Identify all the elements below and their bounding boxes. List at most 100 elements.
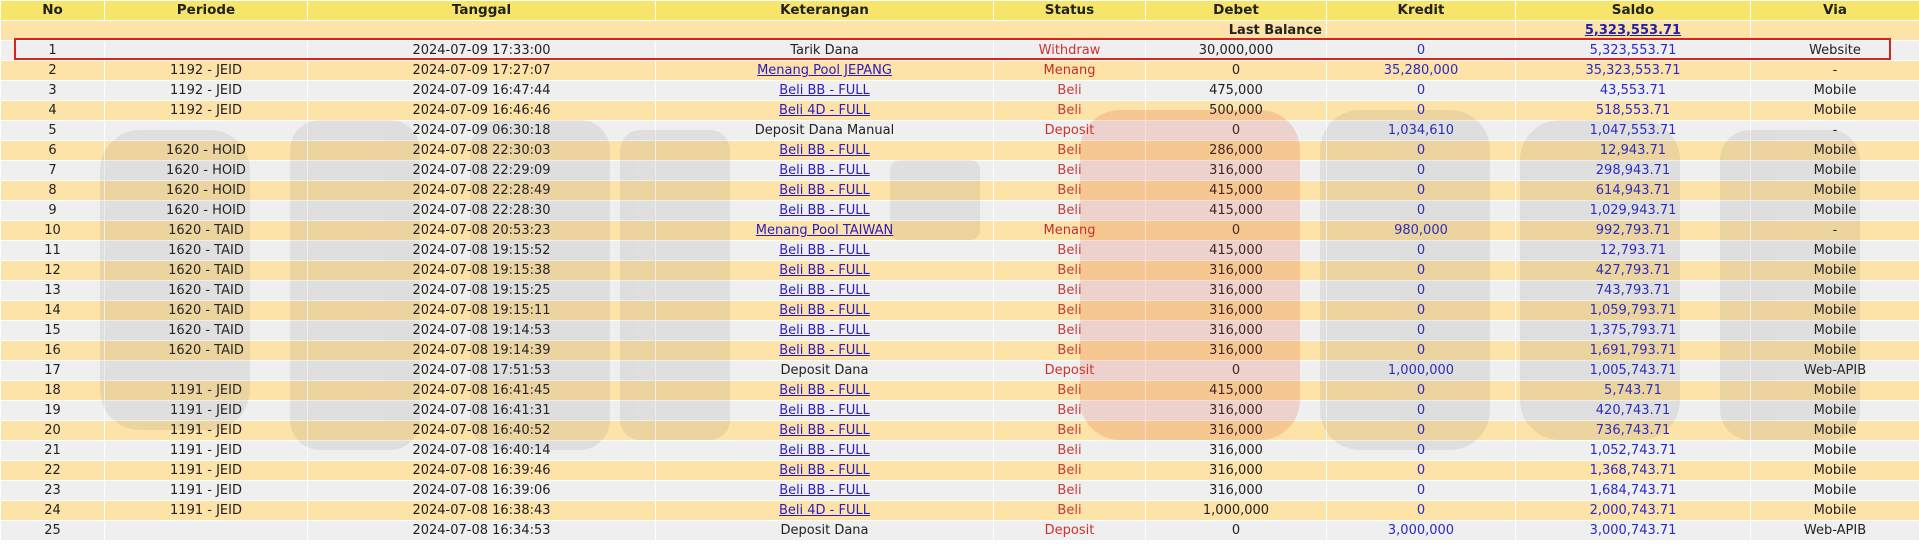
- row-status: Beli: [993, 380, 1146, 401]
- row-no: 8: [0, 180, 105, 201]
- row-keterangan[interactable]: Menang Pool TAIWAN: [655, 220, 994, 241]
- row-debet: 316,000: [1145, 460, 1327, 481]
- row-tanggal: 2024-07-08 22:30:03: [307, 140, 656, 161]
- keterangan-link[interactable]: Beli BB - FULL: [779, 283, 870, 298]
- row-keterangan: Deposit Dana: [655, 520, 994, 541]
- row-saldo: 1,052,743.71: [1515, 440, 1751, 461]
- keterangan-text: Deposit Dana Manual: [754, 123, 895, 138]
- row-periode: 1191 - JEID: [104, 440, 308, 461]
- row-keterangan[interactable]: Beli BB - FULL: [655, 280, 994, 301]
- table-row: 16 1620 - TAID 2024-07-08 19:14:39 Beli BB …: [0, 340, 1919, 361]
- row-debet: 415,000: [1145, 380, 1327, 401]
- keterangan-link[interactable]: Beli BB - FULL: [779, 183, 870, 198]
- row-keterangan[interactable]: Beli BB - FULL: [655, 300, 994, 321]
- table-row: 6 1620 - HOID 2024-07-08 22:30:03 Beli BB -…: [0, 140, 1919, 161]
- row-no: 17: [0, 360, 105, 381]
- row-keterangan[interactable]: Beli BB - FULL: [655, 80, 994, 101]
- keterangan-link[interactable]: Menang Pool TAIWAN: [756, 223, 894, 238]
- row-keterangan[interactable]: Beli BB - FULL: [655, 200, 994, 221]
- keterangan-link[interactable]: Beli BB - FULL: [779, 143, 870, 158]
- row-saldo: 1,368,743.71: [1515, 460, 1751, 481]
- keterangan-link[interactable]: Beli BB - FULL: [779, 303, 870, 318]
- row-no: 2: [0, 60, 105, 81]
- keterangan-link[interactable]: Beli BB - FULL: [779, 323, 870, 338]
- row-tanggal: 2024-07-09 16:47:44: [307, 80, 656, 101]
- table-row: 12 1620 - TAID 2024-07-08 19:15:38 Beli BB …: [0, 260, 1919, 281]
- row-status: Beli: [993, 140, 1146, 161]
- row-status: Beli: [993, 300, 1146, 321]
- row-keterangan[interactable]: Beli BB - FULL: [655, 320, 994, 341]
- row-via: Web-APIB: [1750, 520, 1919, 541]
- transaction-table: No Periode Tanggal Keterangan Status Deb…: [0, 0, 1919, 541]
- keterangan-link[interactable]: Beli BB - FULL: [779, 343, 870, 358]
- row-via: Mobile: [1750, 440, 1919, 461]
- row-no: 18: [0, 380, 105, 401]
- row-debet: 0: [1145, 520, 1327, 541]
- row-debet: 0: [1145, 60, 1327, 81]
- keterangan-link[interactable]: Beli 4D - FULL: [779, 503, 870, 518]
- row-keterangan[interactable]: Beli BB - FULL: [655, 420, 994, 441]
- keterangan-link[interactable]: Beli BB - FULL: [779, 243, 870, 258]
- keterangan-link[interactable]: Beli BB - FULL: [779, 383, 870, 398]
- col-header-debet: Debet: [1145, 0, 1327, 21]
- keterangan-link[interactable]: Menang Pool JEPANG: [757, 63, 892, 78]
- row-tanggal: 2024-07-08 22:29:09: [307, 160, 656, 181]
- row-via: -: [1750, 60, 1919, 81]
- row-keterangan[interactable]: Beli BB - FULL: [655, 400, 994, 421]
- col-header-tanggal: Tanggal: [307, 0, 656, 21]
- row-kredit: 0: [1326, 480, 1516, 501]
- keterangan-link[interactable]: Beli BB - FULL: [779, 203, 870, 218]
- header-row: No Periode Tanggal Keterangan Status Deb…: [0, 0, 1919, 21]
- keterangan-link[interactable]: Beli 4D - FULL: [779, 103, 870, 118]
- row-keterangan[interactable]: Beli BB - FULL: [655, 340, 994, 361]
- row-saldo: 1,047,553.71: [1515, 120, 1751, 141]
- keterangan-link[interactable]: Beli BB - FULL: [779, 83, 870, 98]
- row-keterangan[interactable]: Beli 4D - FULL: [655, 500, 994, 521]
- keterangan-link[interactable]: Beli BB - FULL: [779, 423, 870, 438]
- row-keterangan[interactable]: Beli BB - FULL: [655, 160, 994, 181]
- row-periode: 1191 - JEID: [104, 460, 308, 481]
- row-debet: 316,000: [1145, 320, 1327, 341]
- row-tanggal: 2024-07-08 20:53:23: [307, 220, 656, 241]
- row-debet: 0: [1145, 220, 1327, 241]
- last-balance-spacer: [1326, 20, 1516, 41]
- row-kredit: 0: [1326, 400, 1516, 421]
- row-keterangan[interactable]: Beli BB - FULL: [655, 180, 994, 201]
- keterangan-link[interactable]: Beli BB - FULL: [779, 403, 870, 418]
- row-keterangan[interactable]: Beli BB - FULL: [655, 140, 994, 161]
- col-header-via: Via: [1750, 0, 1919, 21]
- row-saldo: 1,684,743.71: [1515, 480, 1751, 501]
- row-kredit: 1,034,610: [1326, 120, 1516, 141]
- table-row: 21 1191 - JEID 2024-07-08 16:40:14 Beli BB …: [0, 440, 1919, 461]
- row-periode: 1620 - TAID: [104, 320, 308, 341]
- table-row: 7 1620 - HOID 2024-07-08 22:29:09 Beli BB -…: [0, 160, 1919, 181]
- keterangan-link[interactable]: Beli BB - FULL: [779, 443, 870, 458]
- keterangan-link[interactable]: Beli BB - FULL: [779, 463, 870, 478]
- row-tanggal: 2024-07-08 16:40:52: [307, 420, 656, 441]
- row-keterangan[interactable]: Beli BB - FULL: [655, 480, 994, 501]
- row-no: 24: [0, 500, 105, 521]
- row-keterangan[interactable]: Beli 4D - FULL: [655, 100, 994, 121]
- row-via: Mobile: [1750, 140, 1919, 161]
- row-saldo: 743,793.71: [1515, 280, 1751, 301]
- row-keterangan[interactable]: Beli BB - FULL: [655, 460, 994, 481]
- keterangan-link[interactable]: Beli BB - FULL: [779, 263, 870, 278]
- row-keterangan[interactable]: Beli BB - FULL: [655, 240, 994, 261]
- keterangan-link[interactable]: Beli BB - FULL: [779, 163, 870, 178]
- row-tanggal: 2024-07-08 19:15:25: [307, 280, 656, 301]
- keterangan-text: Deposit Dana: [780, 363, 869, 378]
- row-status: Beli: [993, 340, 1146, 361]
- row-keterangan[interactable]: Menang Pool JEPANG: [655, 60, 994, 81]
- keterangan-link[interactable]: Beli BB - FULL: [779, 483, 870, 498]
- row-kredit: 0: [1326, 40, 1516, 61]
- row-no: 6: [0, 140, 105, 161]
- row-keterangan[interactable]: Beli BB - FULL: [655, 440, 994, 461]
- row-keterangan[interactable]: Beli BB - FULL: [655, 260, 994, 281]
- row-via: Mobile: [1750, 320, 1919, 341]
- col-header-no: No: [0, 0, 105, 21]
- row-status: Withdraw: [993, 40, 1146, 61]
- row-status: Beli: [993, 460, 1146, 481]
- row-tanggal: 2024-07-09 06:30:18: [307, 120, 656, 141]
- row-keterangan[interactable]: Beli BB - FULL: [655, 380, 994, 401]
- row-saldo: 3,000,743.71: [1515, 520, 1751, 541]
